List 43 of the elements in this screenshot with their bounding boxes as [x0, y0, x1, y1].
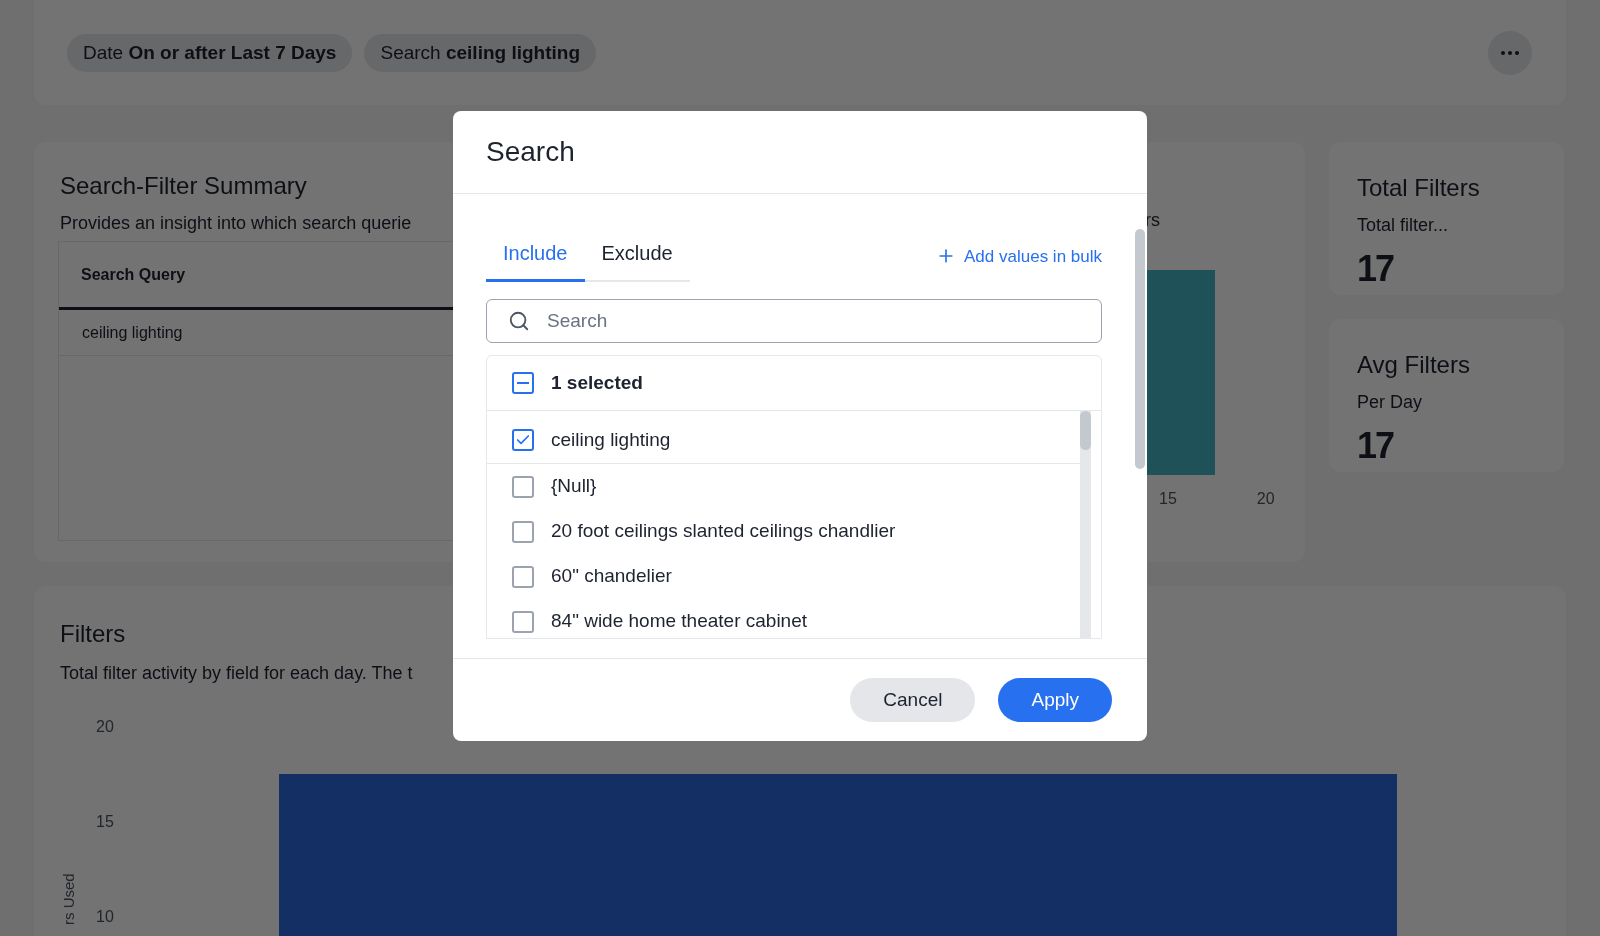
checkbox[interactable]	[512, 475, 534, 498]
card-description: Provides an insight into which search querie	[59, 212, 413, 235]
add-values-link[interactable]: Add values in bulk	[936, 243, 1102, 269]
stat-title: Total Filters	[1357, 173, 1481, 203]
list-option[interactable]: ceiling lighting	[487, 411, 1080, 464]
axis-label: rs Used	[60, 872, 78, 925]
list-option[interactable]: 20 foot ceilings slanted ceilings chandlier	[487, 509, 1080, 554]
axis-tick: 15	[96, 812, 114, 832]
more-icon	[1501, 50, 1519, 55]
checkbox[interactable]	[512, 610, 534, 633]
list-option[interactable]: 60" chandelier	[487, 554, 1080, 599]
table-cell-text: ceiling lighting	[82, 322, 183, 343]
list-option[interactable]: {Null}	[487, 464, 1080, 509]
checkbox[interactable]	[512, 520, 534, 543]
dialog-title: Search	[486, 135, 575, 169]
search-field[interactable]: Search	[486, 299, 1102, 343]
more-button[interactable]	[1488, 30, 1532, 75]
stat-value: 17	[1357, 251, 1395, 287]
tab[interactable]: Exclude	[584, 238, 690, 282]
stat-subtitle: Per Day	[1357, 391, 1424, 414]
axis-tick: 20	[96, 717, 114, 737]
axis-tick: 20	[1256, 489, 1275, 509]
stat-subtitle: Total filter...	[1357, 214, 1450, 237]
column-header[interactable]: Search Query	[81, 262, 186, 287]
apply-button[interactable]: Apply	[998, 678, 1112, 722]
scrollbar[interactable]	[1080, 411, 1091, 638]
checkbox[interactable]	[512, 372, 534, 394]
search-icon	[508, 310, 530, 332]
checkbox[interactable]	[512, 429, 534, 451]
scrollbar[interactable]	[1135, 229, 1145, 469]
stat-value: 17	[1357, 428, 1395, 464]
axis-tick: 10	[96, 907, 114, 927]
list-option[interactable]: 84" wide home theater cabinet	[487, 599, 1080, 638]
checkbox[interactable]	[512, 565, 534, 588]
cancel-button[interactable]: Cancel	[850, 678, 976, 722]
selection-count: 1 selected	[551, 370, 643, 395]
stat-title: Avg Filters	[1357, 350, 1471, 380]
card-description: Total filter activity by field for each day. The t	[60, 662, 413, 685]
axis-tick: 15	[1159, 489, 1177, 509]
card-title: Search-Filter Summary	[59, 171, 308, 201]
card-title: Filters	[60, 619, 126, 649]
minus-icon	[517, 382, 529, 384]
tab[interactable]: Include	[486, 238, 585, 282]
